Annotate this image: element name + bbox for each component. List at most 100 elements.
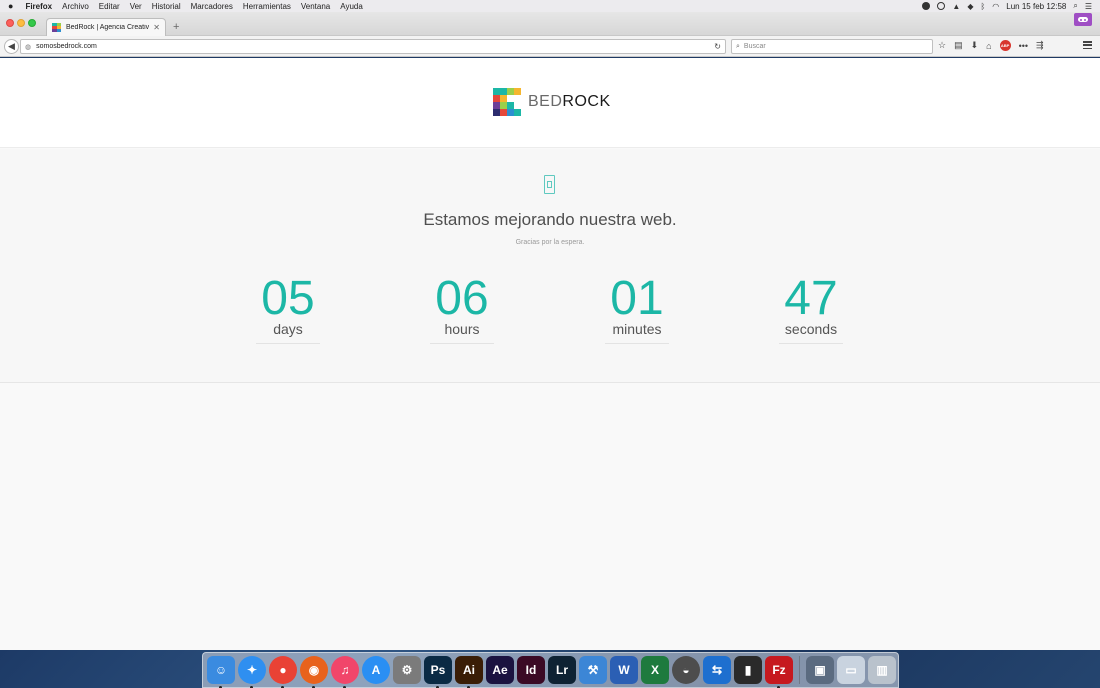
tab-title: BedRock | Agencia Creativ... (66, 24, 150, 31)
filezilla-glyph: Fz (772, 663, 786, 677)
share-icon[interactable]: ⇶ (1036, 40, 1044, 51)
trash-icon[interactable]: ▥ (868, 656, 896, 684)
app-store-icon[interactable]: A (362, 656, 390, 684)
countdown-divider (605, 343, 669, 344)
lightroom-glyph: Lr (556, 663, 568, 677)
indesign-glyph: Id (525, 663, 537, 677)
photo-thumbnail-glyph: ▣ (814, 663, 826, 677)
downloads-icon[interactable]: ⬇ (971, 40, 979, 51)
new-tab-button[interactable]: + (173, 21, 179, 33)
menu-marcadores[interactable]: Marcadores (191, 2, 233, 11)
creative-cloud-icon[interactable] (937, 2, 946, 10)
firefox-icon[interactable]: ◉ (300, 656, 328, 688)
adblock-plus-icon[interactable]: ABP (999, 40, 1011, 51)
photo-thumbnail-icon[interactable]: ▣ (806, 656, 834, 684)
browser-tab-active[interactable]: BedRock | Agencia Creativ... ✕ (46, 18, 166, 36)
battery-app-icon[interactable]: ▮ (734, 656, 762, 684)
menubar-clock[interactable]: Lun 15 feb 12:58 (1006, 2, 1066, 11)
photoshop-icon[interactable]: Ps (424, 656, 452, 688)
illustrator-icon[interactable]: Ai (455, 656, 483, 688)
countdown-divider (430, 343, 494, 344)
finder-glyph: ☺ (214, 663, 228, 677)
web-page: BEDROCK Estamos mejorando nuestra web. G… (0, 58, 1100, 650)
dropbox-icon[interactable]: ◆ (967, 2, 973, 11)
word-icon[interactable]: W (610, 656, 638, 684)
teamviewer-icon[interactable]: ⇆ (703, 656, 731, 684)
filezilla-icon[interactable]: Fz (765, 656, 793, 688)
after-effects-glyph: Ae (492, 663, 508, 677)
bookmark-star-icon[interactable]: ☆ (938, 40, 946, 51)
menu-app-name[interactable]: Firefox (25, 2, 52, 11)
window-minimize-button[interactable] (17, 19, 25, 27)
elephant-icon[interactable]: ◒ (672, 656, 700, 684)
itunes-icon[interactable]: ♫ (331, 656, 359, 688)
countdown-divider (779, 343, 843, 344)
battery-app-glyph: ▮ (744, 663, 752, 677)
address-bar-url: somosbedrock.com (36, 43, 97, 50)
countdown-days: 05 days (256, 275, 320, 344)
trash-glyph: ▥ (876, 663, 888, 677)
window-zoom-button[interactable] (28, 19, 36, 27)
chrome-icon[interactable]: ● (269, 656, 297, 688)
site-header: BEDROCK (0, 58, 1100, 148)
after-effects-icon[interactable]: Ae (486, 656, 514, 684)
xcode-glyph: ⚒ (587, 663, 599, 677)
bedrock-favicon-icon (52, 23, 61, 32)
bookmarks-list-icon[interactable]: ▤ (954, 40, 963, 51)
bedrock-logo-mark-icon (493, 88, 521, 116)
bluetooth-icon[interactable]: ᛒ (980, 2, 985, 11)
finder-icon[interactable]: ☺ (207, 656, 235, 688)
menu-historial[interactable]: Historial (152, 2, 181, 11)
reload-icon[interactable]: ↻ (714, 42, 721, 51)
excel-glyph: X (650, 663, 659, 677)
countdown-hours: 06 hours (430, 275, 494, 344)
hamburger-menu-icon[interactable] (1083, 41, 1092, 49)
window-close-button[interactable] (6, 19, 14, 27)
spotlight-search-icon[interactable]: ⌕ (1073, 1, 1077, 11)
itunes-glyph: ♫ (340, 663, 350, 677)
menu-ventana[interactable]: Ventana (301, 2, 330, 11)
address-bar[interactable]: ◍ somosbedrock.com ↻ (20, 39, 726, 54)
notification-center-icon[interactable]: ☰ (1085, 2, 1092, 11)
document-icon (544, 175, 555, 194)
menu-editar[interactable]: Editar (99, 2, 120, 11)
search-input[interactable]: ⌕ Buscar (731, 39, 933, 54)
indesign-icon[interactable]: Id (517, 656, 545, 684)
wifi-icon[interactable]: ◠ (992, 2, 999, 11)
toolbar-icons: ☆ ▤ ⬇ ⌂ ABP ••• ⇶ (938, 40, 1044, 51)
menu-ayuda[interactable]: Ayuda (340, 2, 363, 11)
safari-icon[interactable]: ✦ (238, 656, 266, 688)
xcode-icon[interactable]: ⚒ (579, 656, 607, 684)
tab-close-icon[interactable]: ✕ (153, 23, 160, 32)
browser-navbar: ◀ ◍ somosbedrock.com ↻ ⌕ Buscar ☆ ▤ ⬇ ⌂ … (0, 36, 1100, 57)
google-drive-icon[interactable]: ▲ (952, 2, 960, 11)
bedrock-logo-text: BEDROCK (528, 93, 611, 111)
search-placeholder: Buscar (743, 43, 766, 50)
countdown-minutes-value: 01 (610, 272, 664, 325)
menu-herramientas[interactable]: Herramientas (243, 2, 291, 11)
apple-menu-icon[interactable]: ● (8, 1, 13, 11)
menu-ver[interactable]: Ver (130, 2, 142, 11)
search-icon: ⌕ (736, 42, 740, 50)
countdown-minutes: 01 minutes (605, 275, 669, 344)
menu-archivo[interactable]: Archivo (62, 2, 89, 11)
more-tools-icon[interactable]: ••• (1019, 41, 1028, 51)
site-identity-icon[interactable]: ◍ (25, 43, 31, 51)
macos-menubar: ● Firefox Archivo Editar Ver Historial M… (0, 0, 1100, 12)
teamviewer-glyph: ⇆ (711, 663, 723, 677)
preview-window-icon[interactable]: ▭ (837, 656, 865, 684)
back-button[interactable]: ◀ (4, 39, 19, 54)
private-browsing-mask-icon[interactable] (1074, 13, 1092, 26)
excel-icon[interactable]: X (641, 656, 669, 684)
browser-titlebar: BedRock | Agencia Creativ... ✕ + (0, 12, 1100, 36)
home-icon[interactable]: ⌂ (986, 41, 991, 51)
app-store-glyph: A (371, 663, 381, 677)
firefox-glyph: ◉ (308, 663, 320, 677)
countdown-seconds-label: seconds (784, 321, 838, 337)
bedrock-logo[interactable]: BEDROCK (493, 88, 611, 116)
system-preferences-icon[interactable]: ⚙ (393, 656, 421, 684)
preview-window-glyph: ▭ (845, 663, 857, 677)
status-app-icon[interactable] (922, 2, 931, 10)
menubar-status-area: ▲ ◆ ᛒ ◠ Lun 15 feb 12:58 ⌕ ☰ (922, 0, 1092, 12)
lightroom-icon[interactable]: Lr (548, 656, 576, 684)
